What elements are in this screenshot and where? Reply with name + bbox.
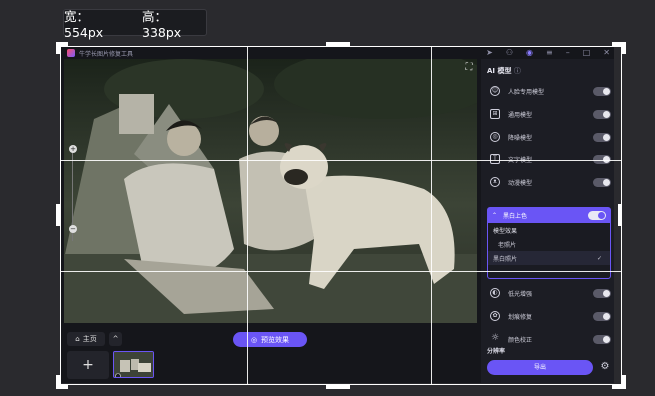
export-button[interactable]: 导出 [487, 360, 593, 375]
model-label: 降噪模型 [508, 134, 533, 142]
anime-icon: ᴥ [490, 177, 500, 187]
extra-toggle[interactable] [593, 288, 611, 298]
crop-handle-top-center[interactable] [326, 42, 350, 46]
extra-row-scratch[interactable]: ✿ 划痕修复 [487, 309, 611, 323]
zoom-in-button[interactable]: + [69, 145, 77, 153]
general-icon: ⊞ [490, 109, 500, 119]
preview-button[interactable]: ◎ 预览效果 [233, 332, 307, 347]
face-icon: ☺ [490, 86, 500, 96]
model-row-denoise[interactable]: ◎ 降噪模型 [487, 130, 611, 144]
crop-handle-bottom-right-v[interactable] [622, 375, 626, 389]
crop-handle-left-middle[interactable] [56, 204, 60, 226]
eye-icon: ◎ [250, 335, 258, 344]
model-label: 动漫模型 [508, 179, 533, 187]
contrast-icon: ◐ [490, 288, 500, 298]
extra-label: 颜色校正 [508, 336, 533, 344]
option-label: 黑白照片 [493, 255, 518, 263]
thumbnail-image [114, 352, 153, 377]
model-toggle[interactable] [593, 109, 611, 119]
gear-icon[interactable]: ⚙ [599, 361, 611, 373]
crop-size-tooltip: 宽：554px 高：338px [63, 9, 207, 40]
model-row-general[interactable]: ⊞ 通用模型 [487, 107, 611, 121]
crop-handle-top-right-v[interactable] [622, 42, 626, 54]
chevron-up-icon: ^ [112, 335, 119, 343]
option-bw-photo[interactable]: 黑白照片 ✓ [488, 251, 610, 265]
sun-icon: ☼ [490, 333, 500, 343]
panel-title: AI 模型 ⓘ [487, 66, 521, 76]
crop-width-label: 宽：554px [64, 8, 104, 40]
menu-icon[interactable]: ≡ [546, 48, 553, 57]
crop-handle-right-middle[interactable] [618, 204, 622, 226]
info-icon[interactable]: ⓘ [514, 67, 521, 75]
extra-toggle[interactable] [593, 311, 611, 321]
add-image-button[interactable]: + [67, 351, 109, 379]
link-icon[interactable]: ⚇ [506, 48, 513, 57]
bottom-toolbar: ⌂ 主页 ^ ◎ 预览效果 + [61, 327, 479, 383]
text-icon: T [490, 154, 500, 164]
image-canvas[interactable]: ⛶ + − [64, 59, 477, 323]
model-toggle[interactable] [593, 154, 611, 164]
model-label: 文字模型 [508, 155, 593, 164]
close-icon[interactable]: ✕ [603, 48, 610, 57]
colorize-toggle[interactable] [588, 211, 606, 220]
denoise-icon: ◎ [490, 132, 500, 142]
photo-preview [64, 59, 477, 323]
model-label: 通用模型 [508, 111, 533, 119]
crop-height-label: 高：338px [142, 8, 182, 40]
crop-handle-top-left-v[interactable] [56, 42, 60, 54]
send-icon[interactable]: ➤ [486, 48, 493, 57]
extra-toggle[interactable] [593, 334, 611, 344]
colorize-header[interactable]: ⌃ 黑白上色 [488, 208, 610, 223]
image-thumbnail[interactable] [113, 351, 154, 378]
collapse-button[interactable]: ^ [109, 332, 122, 346]
zoom-out-button[interactable]: − [69, 225, 77, 233]
resolution-heading: 分辨率 [487, 348, 506, 355]
extra-row-color[interactable]: ☼ 颜色校正 [487, 332, 611, 346]
window-controls: ➤ ⚇ ◉ ≡ – □ ✕ [486, 48, 610, 57]
model-row-face[interactable]: ☺ 人脸专用模型 [487, 84, 611, 98]
user-icon[interactable]: ◉ [526, 48, 533, 57]
extra-label: 划痕修复 [508, 313, 533, 321]
home-icon: ⌂ [75, 335, 80, 343]
extra-row-lowlight[interactable]: ◐ 低光增强 [487, 286, 611, 300]
model-toggle[interactable] [593, 86, 611, 96]
scratch-icon: ✿ [490, 311, 500, 321]
model-toggle[interactable] [593, 177, 611, 187]
model-toggle[interactable] [593, 132, 611, 142]
model-row-anime[interactable]: ᴥ 动漫模型 [487, 175, 611, 189]
preview-label: 预览效果 [261, 335, 290, 344]
crop-handle-bottom-left-v[interactable] [56, 375, 60, 389]
crop-handle-bottom-center[interactable] [326, 385, 350, 389]
crop-guide-vertical-2 [431, 47, 432, 384]
extra-label: 低光增强 [508, 290, 533, 298]
options-header: 模型效果 [493, 227, 518, 235]
option-old-photo[interactable]: 老照片 [488, 237, 610, 251]
colorize-dropdown: ⌃ 黑白上色 模型效果 老照片 黑白照片 ✓ [487, 207, 611, 279]
crop-guide-vertical-1 [247, 47, 248, 384]
home-label: 主页 [82, 335, 97, 343]
chevron-up-icon[interactable]: ⌃ [492, 212, 497, 219]
crop-expand-icon[interactable]: ⛶ [463, 62, 475, 74]
home-button[interactable]: ⌂ 主页 [67, 332, 105, 346]
panel-title-text: AI 模型 [487, 67, 512, 75]
maximize-icon[interactable]: □ [583, 48, 591, 57]
colorize-label: 黑白上色 [503, 213, 528, 220]
model-row-text[interactable]: T 文字模型 [487, 152, 611, 166]
crop-guide-horizontal-1 [61, 160, 622, 161]
check-icon: ✓ [596, 254, 602, 262]
model-label: 人脸专用模型 [508, 88, 545, 96]
ai-model-panel: AI 模型 ⓘ ☺ 人脸专用模型 ⊞ 通用模型 ◎ 降噪模型 T 文字模型 ᴥ … [481, 59, 614, 383]
crop-guide-horizontal-2 [61, 271, 622, 272]
title-bar: 牛学长图片修复工具 ➤ ⚇ ◉ ≡ – □ ✕ [61, 47, 614, 59]
app-logo [67, 49, 75, 57]
app-window: 牛学长图片修复工具 ➤ ⚇ ◉ ≡ – □ ✕ ⛶ + − ⌂ 主页 ^ ◎ 预… [61, 47, 614, 383]
minimize-icon[interactable]: – [566, 48, 570, 57]
app-title: 牛学长图片修复工具 [79, 50, 134, 58]
